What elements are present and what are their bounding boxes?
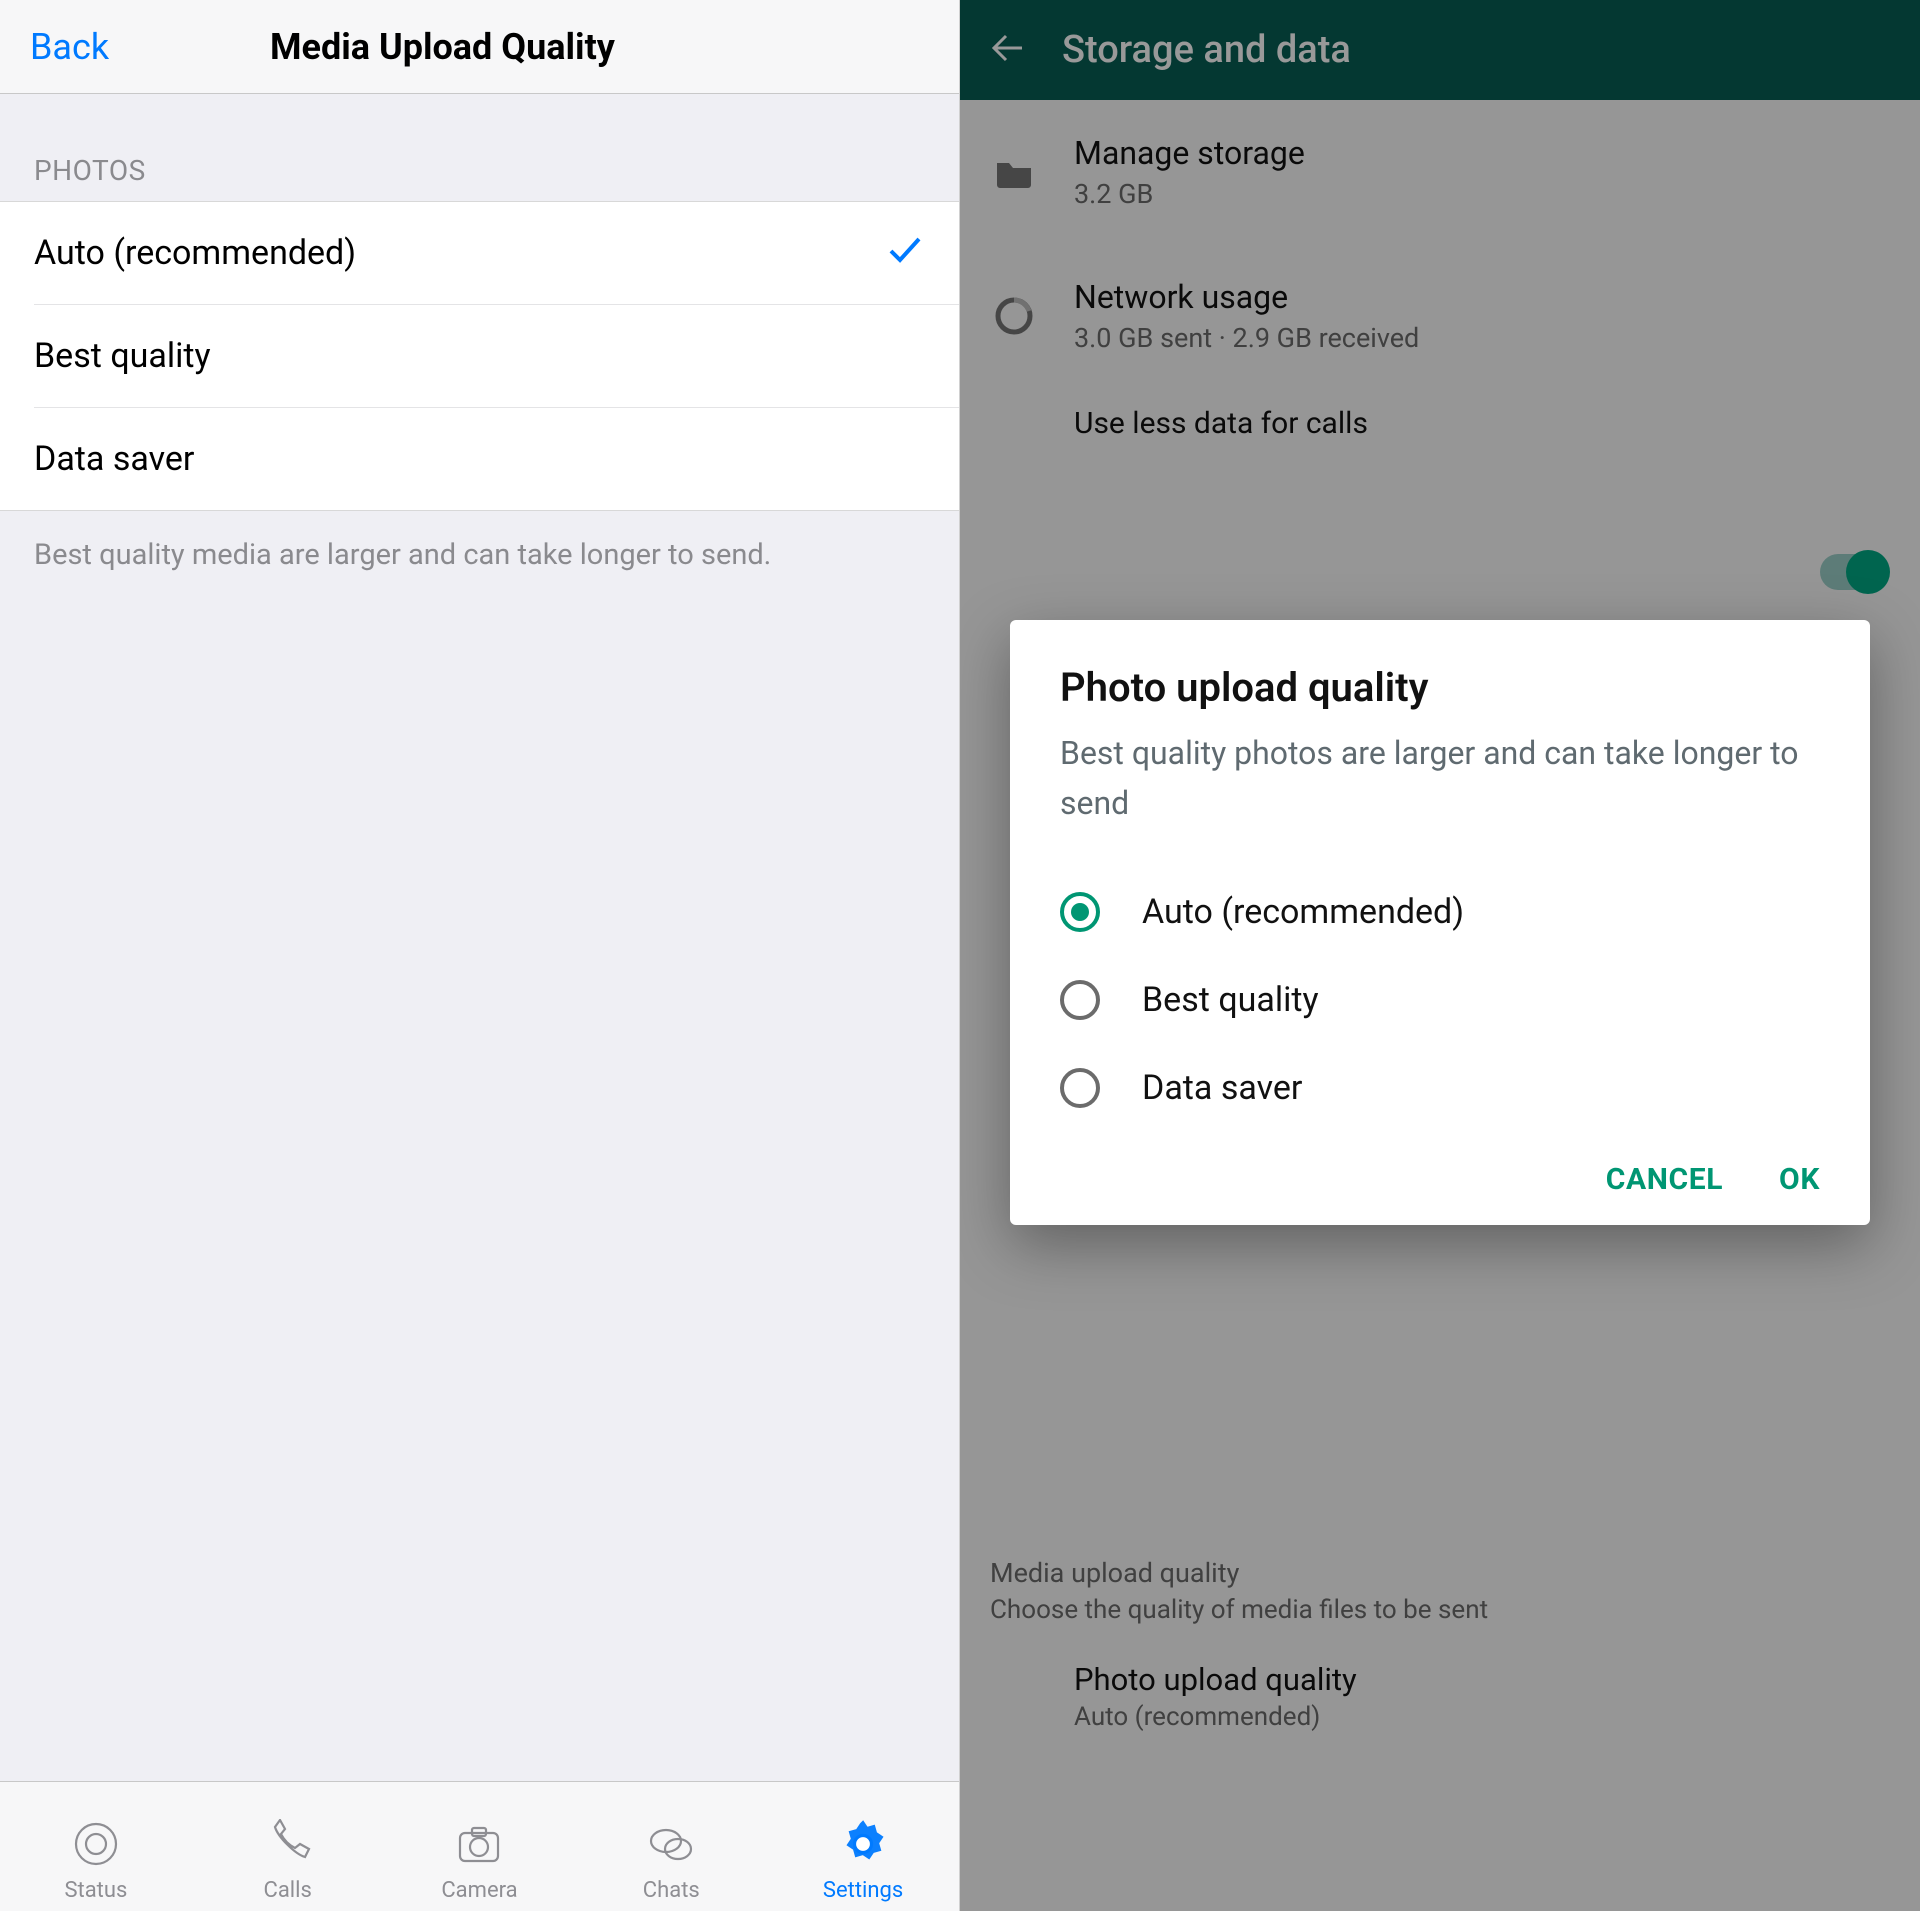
checkmark-icon [885,229,925,278]
tab-chats[interactable]: Chats [575,1816,767,1903]
settings-icon [835,1816,891,1872]
dialog-description: Best quality photos are larger and can t… [1060,729,1820,828]
tab-label: Settings [823,1878,903,1903]
tab-label: Camera [441,1878,517,1903]
radio-option-auto[interactable]: Auto (recommended) [1060,868,1820,956]
back-label: Back [30,26,109,68]
tab-calls[interactable]: Calls [192,1816,384,1903]
cancel-button[interactable]: CANCEL [1606,1162,1723,1197]
ios-screen: Back Media Upload Quality PHOTOS Auto (r… [0,0,960,1911]
radio-icon [1060,1068,1100,1108]
ios-navbar: Back Media Upload Quality [0,0,959,94]
tab-settings[interactable]: Settings [767,1816,959,1903]
dialog-actions: CANCEL OK [1060,1132,1820,1197]
dialog-title: Photo upload quality [1060,664,1820,711]
back-button[interactable]: Back [0,25,109,69]
ok-button[interactable]: OK [1779,1162,1820,1197]
footer-note: Best quality media are larger and can ta… [0,511,959,600]
tab-status[interactable]: Status [0,1816,192,1903]
option-best-quality[interactable]: Best quality [0,305,959,407]
tab-label: Chats [643,1878,700,1903]
tab-label: Status [64,1878,127,1903]
option-label: Data saver [34,439,194,479]
option-label: Auto (recommended) [34,233,356,273]
radio-option-data-saver[interactable]: Data saver [1060,1044,1820,1132]
radio-icon [1060,980,1100,1020]
tab-label: Calls [264,1878,312,1903]
calls-icon [260,1816,316,1872]
option-auto[interactable]: Auto (recommended) [0,202,959,304]
chats-icon [643,1816,699,1872]
page-title: Media Upload Quality [270,26,615,68]
tab-camera[interactable]: Camera [384,1816,576,1903]
camera-icon [451,1816,507,1872]
radio-label: Auto (recommended) [1142,892,1464,932]
photo-quality-dialog: Photo upload quality Best quality photos… [1010,620,1870,1225]
section-header-photos: PHOTOS [0,94,959,201]
radio-label: Data saver [1142,1068,1302,1108]
radio-option-best-quality[interactable]: Best quality [1060,956,1820,1044]
status-icon [68,1816,124,1872]
ios-tabbar: Status Calls Camera Chats Settings [0,1781,959,1911]
quality-options-list: Auto (recommended) Best quality Data sav… [0,201,959,511]
option-data-saver[interactable]: Data saver [0,408,959,510]
radio-label: Best quality [1142,980,1319,1020]
radio-icon [1060,892,1100,932]
android-screen: Storage and data Manage storage 3.2 GB N… [960,0,1920,1911]
option-label: Best quality [34,336,211,376]
